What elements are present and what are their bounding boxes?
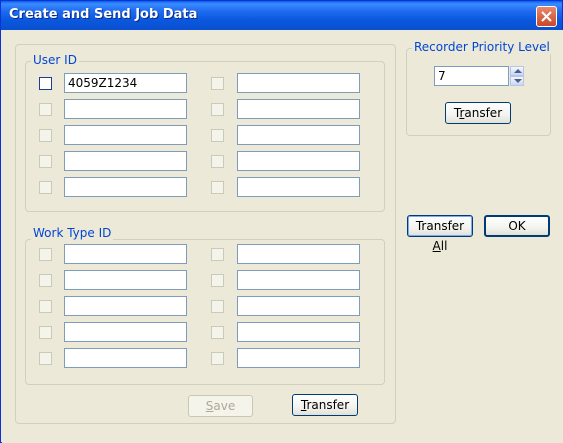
user-id-checkbox-left-1[interactable] — [39, 77, 52, 90]
user-id-checkbox-left-3[interactable] — [39, 129, 52, 142]
work-type-id-field-right-4[interactable] — [237, 322, 360, 342]
close-button[interactable] — [536, 6, 557, 27]
user-id-field-left-3[interactable] — [64, 125, 187, 145]
user-id-checkbox-right-3[interactable] — [211, 129, 224, 142]
close-icon — [541, 11, 552, 22]
work-type-id-field-left-4[interactable] — [64, 322, 187, 342]
user-id-checkbox-right-2[interactable] — [211, 103, 224, 116]
save-button[interactable]: Save — [188, 395, 253, 417]
transfer-button[interactable]: Transfer — [292, 394, 358, 416]
dialog-body: User ID Work Type ID Save Transfer Recor… — [2, 30, 563, 443]
user-id-field-left-4[interactable] — [64, 151, 187, 171]
work-type-id-checkbox-right-4[interactable] — [211, 326, 224, 339]
user-id-label: User ID — [31, 53, 79, 67]
work-type-id-checkbox-left-2[interactable] — [39, 274, 52, 287]
title-bar[interactable]: Create and Send Job Data — [1, 1, 562, 30]
work-type-id-field-left-1[interactable] — [64, 244, 187, 264]
user-id-checkbox-left-4[interactable] — [39, 155, 52, 168]
user-id-checkbox-right-1[interactable] — [211, 77, 224, 90]
transfer-all-button[interactable]: Transfer All — [407, 215, 473, 253]
recorder-priority-label: Recorder Priority Level — [412, 40, 552, 54]
priority-level-spinner[interactable] — [510, 66, 524, 86]
spin-down-button[interactable] — [510, 76, 524, 86]
dialog-window: Create and Send Job Data User ID Work Ty… — [0, 0, 563, 443]
user-id-field-left-2[interactable] — [64, 99, 187, 119]
work-type-id-checkbox-right-3[interactable] — [211, 300, 224, 313]
user-id-checkbox-left-5[interactable] — [39, 181, 52, 194]
work-type-id-checkbox-right-2[interactable] — [211, 274, 224, 287]
priority-level-input[interactable]: 7 — [434, 66, 509, 86]
user-id-field-right-4[interactable] — [237, 151, 360, 171]
work-type-id-label: Work Type ID — [31, 226, 114, 240]
user-id-field-left-1[interactable]: 4059Z1234 — [64, 73, 187, 93]
user-id-checkbox-left-2[interactable] — [39, 103, 52, 116]
user-id-field-right-3[interactable] — [237, 125, 360, 145]
window-title: Create and Send Job Data — [9, 7, 198, 22]
user-id-field-right-5[interactable] — [237, 177, 360, 197]
user-id-checkbox-right-5[interactable] — [211, 181, 224, 194]
ok-button[interactable]: OK — [484, 215, 550, 237]
work-type-id-checkbox-left-5[interactable] — [39, 352, 52, 365]
work-type-id-checkbox-right-5[interactable] — [211, 352, 224, 365]
work-type-id-checkbox-left-3[interactable] — [39, 300, 52, 313]
user-id-field-left-5[interactable] — [64, 177, 187, 197]
work-type-id-field-right-5[interactable] — [237, 348, 360, 368]
user-id-field-right-2[interactable] — [237, 99, 360, 119]
work-type-id-checkbox-left-4[interactable] — [39, 326, 52, 339]
work-type-id-checkbox-right-1[interactable] — [211, 248, 224, 261]
priority-transfer-button[interactable]: Transfer — [445, 102, 511, 124]
chevron-up-icon — [514, 69, 522, 73]
spin-up-button[interactable] — [510, 66, 524, 76]
work-type-id-field-left-2[interactable] — [64, 270, 187, 290]
work-type-id-field-right-1[interactable] — [237, 244, 360, 264]
work-type-id-checkbox-left-1[interactable] — [39, 248, 52, 261]
user-id-checkbox-right-4[interactable] — [211, 155, 224, 168]
chevron-down-icon — [514, 79, 522, 83]
user-id-field-right-1[interactable] — [237, 73, 360, 93]
work-type-id-field-right-3[interactable] — [237, 296, 360, 316]
work-type-id-field-right-2[interactable] — [237, 270, 360, 290]
work-type-id-field-left-5[interactable] — [64, 348, 187, 368]
work-type-id-field-left-3[interactable] — [64, 296, 187, 316]
